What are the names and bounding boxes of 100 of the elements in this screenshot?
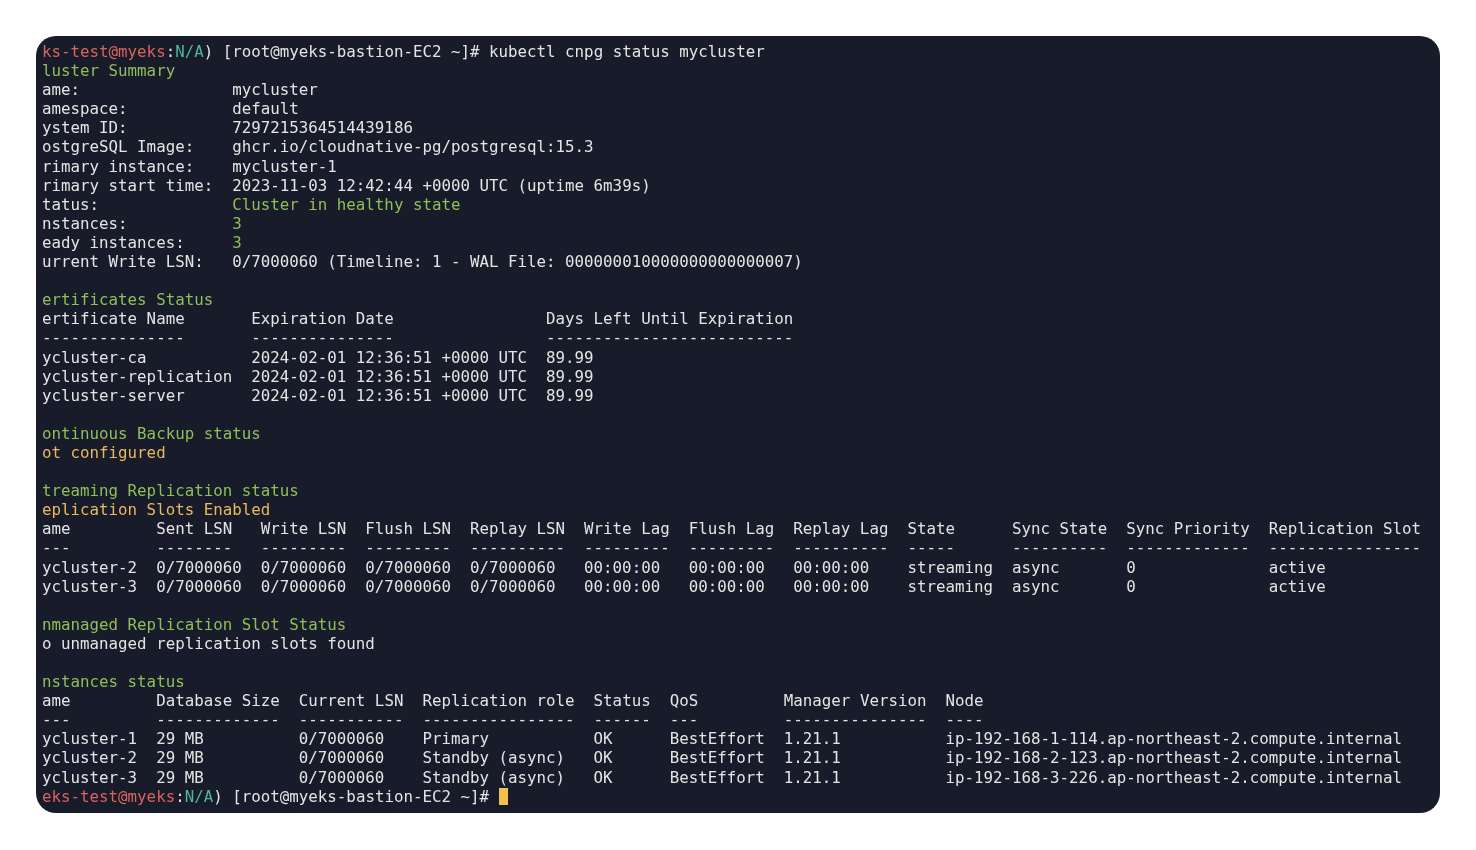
table-cell: Standby (async) (422, 748, 566, 768)
column-header: Write Lag (584, 519, 670, 539)
table-cell: streaming (907, 557, 994, 577)
column-underline: --------------- (251, 328, 394, 348)
field-label: rimary instance: (42, 156, 195, 176)
table-cell: 1.21.1 (783, 767, 841, 787)
table-cell: 00:00:00 (793, 557, 870, 577)
prompt-context: N/A (175, 42, 204, 62)
table-cell: 00:00:00 (793, 576, 870, 596)
table-cell: ip-192-168-1-114.ap-northeast-2.compute.internal (945, 729, 1402, 749)
table-cell: active (1268, 576, 1326, 596)
column-header: Database Size (156, 691, 280, 711)
column-underline: ---------- (1012, 538, 1108, 558)
column-underline: --------- (260, 538, 347, 558)
prompt-user: ks-test@myeks (42, 42, 166, 62)
table-cell: ycluster-2 (42, 748, 138, 768)
table-cell: Primary (422, 729, 489, 749)
table-cell: 0 (1126, 576, 1136, 596)
column-underline: ------------- (156, 710, 280, 730)
column-underline: --- (669, 710, 699, 730)
prompt-text: ) [root@myeks-bastion-EC2 ~]# kubectl cnpg status mycluster (203, 42, 765, 62)
table-cell: 89.99 (546, 385, 594, 405)
table-cell: 0/7000060 (365, 557, 451, 577)
column-header: State (907, 519, 955, 539)
table-cell: ycluster-3 (42, 576, 138, 596)
table-cell: 00:00:00 (584, 557, 661, 577)
column-header: Sent LSN (156, 519, 233, 539)
table-cell: 89.99 (546, 347, 594, 367)
table-cell: OK (593, 729, 613, 749)
message-text: o unmanaged replication slots found (42, 633, 375, 653)
column-underline: --- (42, 538, 71, 558)
table-cell: ycluster-1 (42, 729, 138, 749)
column-underline: -------------------------- (546, 328, 794, 348)
column-underline: --------------- (783, 710, 927, 730)
table-cell: 00:00:00 (688, 557, 765, 577)
column-header: Replay Lag (793, 519, 889, 539)
section-heading: nmanaged Replication Slot Status (42, 614, 347, 634)
table-cell: 0/7000060 (260, 576, 347, 596)
field-label: rimary start time: (42, 175, 214, 195)
table-cell: async (1012, 557, 1060, 577)
table-cell: 29 MB (156, 729, 204, 749)
column-header: ame (42, 691, 71, 711)
table-cell: ycluster-ca (42, 347, 147, 367)
table-cell: async (1012, 576, 1060, 596)
column-header: Flush LSN (365, 519, 451, 539)
prompt-text: ) [root@myeks-bastion-EC2 ~]# (213, 786, 490, 806)
table-cell: ip-192-168-2-123.ap-northeast-2.compute.internal (945, 748, 1402, 768)
table-cell: BestEffort (669, 729, 765, 749)
column-underline: --- (42, 710, 71, 730)
table-cell: Standby (async) (422, 767, 566, 787)
field-value: 3 (232, 232, 242, 253)
column-underline: ----------- (298, 710, 404, 730)
field-label: nstances: (42, 213, 128, 233)
table-cell: 0/7000060 (469, 576, 556, 596)
column-header: Flush Lag (688, 519, 775, 539)
field-value: default (232, 99, 299, 119)
table-cell: 0/7000060 (298, 748, 385, 768)
column-underline: ---------------- (1268, 538, 1421, 558)
field-label: amespace: (42, 99, 128, 119)
column-underline: --------------- (42, 328, 185, 348)
table-cell: 00:00:00 (688, 576, 765, 596)
message-text: ot configured (42, 442, 166, 463)
table-cell: ycluster-server (42, 385, 185, 405)
field-value: mycluster-1 (232, 156, 337, 176)
column-header: Status (593, 691, 651, 711)
table-cell: BestEffort (669, 748, 765, 768)
table-cell: 0 (1126, 557, 1136, 577)
column-header: Replication role (422, 691, 575, 711)
column-header: Replication Slot (1268, 519, 1421, 539)
field-value: mycluster (232, 80, 318, 100)
column-header: ertificate Name (42, 309, 185, 329)
table-cell: 1.21.1 (783, 729, 841, 749)
column-header: Days Left Until Expiration (546, 309, 794, 329)
table-cell: ycluster-3 (42, 767, 138, 787)
table-cell: 0/7000060 (365, 576, 451, 596)
field-value: 3 (232, 213, 242, 233)
field-label: ostgreSQL Image: (42, 137, 195, 157)
table-cell: BestEffort (669, 767, 765, 787)
table-cell: 29 MB (156, 748, 204, 768)
table-cell: 2024-02-01 12:36:51 +0000 UTC (251, 366, 528, 386)
table-cell: OK (593, 767, 613, 787)
table-cell: 2024-02-01 12:36:51 +0000 UTC (251, 385, 528, 405)
table-cell: 1.21.1 (783, 748, 841, 768)
table-cell: 0/7000060 (298, 767, 385, 787)
field-label: tatus: (42, 194, 100, 214)
field-label: ystem ID: (42, 118, 128, 138)
table-cell: 29 MB (156, 767, 204, 787)
table-cell: streaming (907, 576, 994, 596)
table-cell: ip-192-168-3-226.ap-northeast-2.compute.internal (945, 767, 1402, 787)
table-cell: 0/7000060 (469, 557, 556, 577)
table-cell: 0/7000060 (156, 557, 242, 577)
table-cell: 2024-02-01 12:36:51 +0000 UTC (251, 347, 528, 367)
field-value: ghcr.io/cloudnative-pg/postgresql:15.3 (232, 137, 594, 157)
column-underline: --------- (688, 538, 775, 558)
section-heading: treaming Replication status (42, 481, 299, 501)
column-header: Replay LSN (469, 519, 566, 539)
field-value: 0/7000060 (Timeline: 1 - WAL File: 000000010000000000000007) (232, 252, 803, 272)
section-heading: ontinuous Backup status (42, 423, 261, 443)
column-underline: ---- (945, 710, 984, 730)
column-underline: ----- (907, 538, 955, 558)
